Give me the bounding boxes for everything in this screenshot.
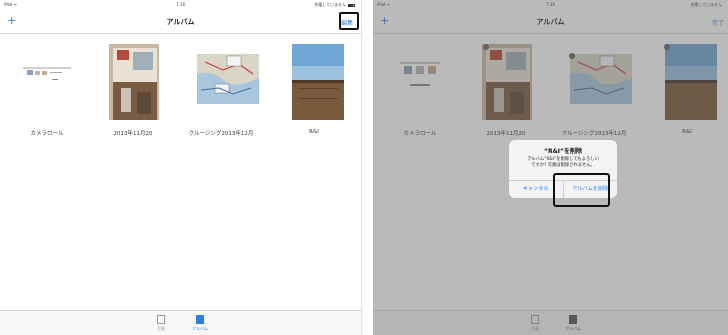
battery-icon	[348, 3, 355, 7]
tab-photos[interactable]: 写真	[151, 315, 171, 332]
album-thumbnail[interactable]	[193, 44, 259, 120]
dialog-message-line2: ですか? 写真は削除されません。	[531, 163, 595, 168]
album-thumbnail[interactable]	[284, 44, 344, 120]
tab-bar: 写真 アルバム	[0, 310, 361, 335]
status-bar: iPad ᯤ 7:16 充電していません	[0, 0, 361, 10]
album-label: 2013年11月20	[113, 131, 153, 137]
status-time: 7:16	[176, 2, 185, 7]
album-list-screen: iPad ᯤ 7:16 充電していません + アルバム 編集 カメラロール 20…	[0, 0, 362, 335]
album-2013-11-20[interactable]: 2013年11月20	[93, 44, 173, 137]
dialog-title: “R&I”を削除	[544, 148, 582, 155]
album-camera-roll[interactable]: カメラロール	[7, 44, 87, 137]
edit-button-highlight	[339, 12, 359, 30]
album-label: R&I	[309, 129, 319, 135]
album-ri[interactable]: R&I	[274, 44, 354, 135]
page-title: アルバム	[166, 18, 195, 26]
photos-tab-icon	[157, 315, 165, 324]
album-grid: カメラロール 2013年11月20 クルージング2013年12月 R&I	[0, 44, 361, 144]
tab-label: 写真	[157, 326, 165, 331]
album-cruising-2013-12[interactable]: クルージング2013年12月	[183, 44, 263, 137]
album-thumbnail[interactable]	[17, 44, 77, 120]
navigation-bar: + アルバム 編集	[0, 10, 361, 34]
album-label: クルージング2013年12月	[188, 131, 254, 137]
album-label: カメラロール	[30, 131, 64, 137]
delete-button-highlight	[553, 173, 610, 207]
albums-tab-icon	[196, 315, 204, 324]
album-thumbnail[interactable]	[103, 44, 163, 120]
charging-label: 充電していません	[314, 2, 346, 7]
tab-albums[interactable]: アルバム	[190, 315, 210, 332]
status-right: 充電していません	[314, 2, 355, 8]
tab-label: アルバム	[192, 326, 208, 331]
album-edit-screen: iPad ᯤ 7:16 充電していません + アルバム 完了 カメラロール 20…	[373, 0, 728, 335]
